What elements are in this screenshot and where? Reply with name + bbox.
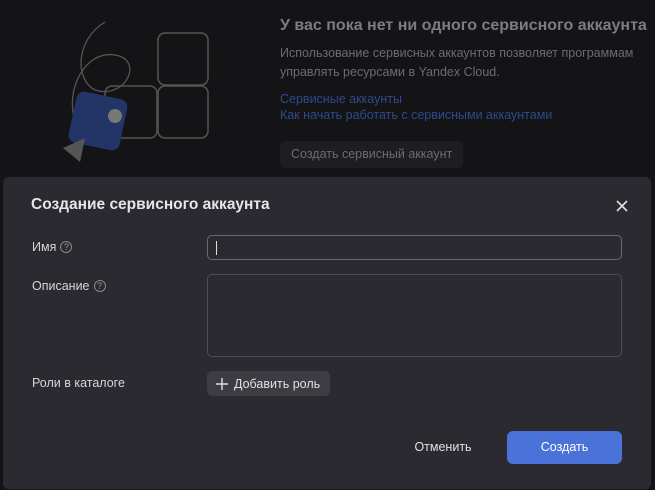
name-input[interactable] — [207, 235, 622, 260]
description-textarea[interactable] — [207, 274, 622, 357]
roles-label: Роли в каталоге — [32, 376, 125, 390]
empty-state-description: Использование сервисных аккаунтов позвол… — [280, 46, 634, 79]
getting-started-link[interactable]: Как начать работать с сервисными аккаунт… — [280, 108, 552, 122]
help-icon[interactable]: ? — [60, 241, 73, 253]
text-caret — [216, 241, 217, 255]
help-icon[interactable]: ? — [93, 280, 106, 292]
plus-icon — [216, 377, 228, 390]
description-label: Описание ? — [32, 279, 106, 293]
name-label-text: Имя — [32, 240, 57, 254]
create-service-account-button[interactable]: Создать сервисный аккаунт — [280, 141, 464, 168]
dialog-title: Создание сервисного аккаунта — [31, 196, 270, 213]
name-label: Имя ? — [32, 240, 73, 254]
description-label-text: Описание — [32, 279, 90, 293]
close-icon[interactable] — [613, 197, 631, 215]
add-role-button[interactable]: Добавить роль — [207, 371, 331, 396]
cancel-button[interactable]: Отменить — [398, 431, 488, 463]
create-button[interactable]: Создать — [507, 431, 622, 464]
service-accounts-link[interactable]: Сервисные аккаунты — [280, 92, 402, 106]
service-account-illustration-icon — [63, 21, 209, 162]
empty-state-title: У вас пока нет ни одного сервисного акка… — [280, 17, 647, 34]
add-role-label: Добавить роль — [234, 376, 321, 391]
create-service-account-dialog: Создание сервисного аккаунта Имя ? Описа… — [3, 177, 651, 489]
